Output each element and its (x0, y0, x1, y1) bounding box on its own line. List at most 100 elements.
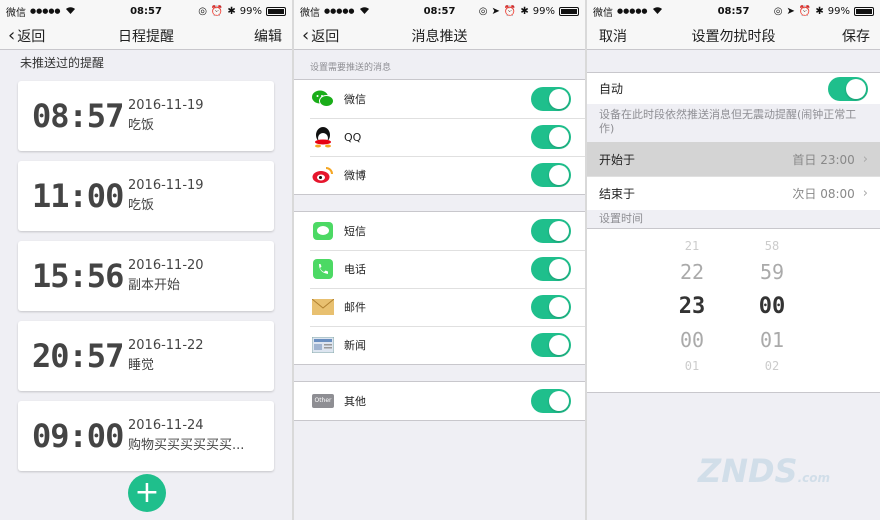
reminder-time: 20:57 (32, 337, 124, 375)
minute-option: 02 (764, 359, 780, 373)
qq-toggle[interactable] (531, 125, 571, 149)
chevron-left-icon: ‹ (302, 24, 310, 46)
setting-label: QQ (344, 130, 362, 144)
battery-percent: 99% (827, 5, 850, 17)
auto-row: 自动 (587, 72, 880, 104)
sms-toggle[interactable] (531, 219, 571, 243)
back-label: 返回 (311, 28, 340, 45)
lock-icon: ◎ (478, 5, 488, 17)
bluetooth-icon: ✱ (815, 5, 824, 17)
watermark: ZNDS.com (698, 452, 830, 490)
chevron-left-icon: ‹ (8, 24, 16, 46)
reminder-label: 吃饭 (128, 198, 155, 213)
carrier-label: 微信 (6, 7, 26, 19)
other-toggle[interactable] (531, 389, 571, 413)
hour-selected: 23 (678, 293, 706, 319)
wechat-icon (312, 88, 334, 110)
battery-percent: 99% (239, 5, 262, 17)
reminder-label: 睡觉 (128, 358, 155, 373)
minute-option: 01 (759, 328, 785, 352)
battery-icon (266, 6, 286, 16)
back-button[interactable]: ‹ 返回 (0, 26, 45, 46)
setting-label: 短信 (344, 225, 366, 238)
hour-option: 21 (684, 239, 700, 253)
wifi-icon (652, 6, 663, 17)
alarm-icon: ⏰ (798, 5, 812, 17)
dnd-screen: 微信 ●●●●● 08:57 ◎ ➤ ⏰ ✱ 99% 取消 设置勿扰时段 保存 … (587, 0, 880, 520)
battery-icon (854, 6, 874, 16)
start-value: 首日 23:00 (792, 152, 855, 167)
battery-percent: 99% (532, 5, 555, 17)
setting-row-news: 新闻 (294, 326, 585, 364)
reminder-card[interactable]: 20:57 2016-11-22 睡觉 (18, 321, 274, 391)
lock-icon: ◎ (773, 5, 783, 17)
end-time-row[interactable]: 结束于 次日 08:00 › (587, 176, 880, 210)
reminder-label: 吃饭 (128, 118, 155, 133)
nav-bar: 取消 设置勿扰时段 保存 (587, 22, 880, 50)
weibo-toggle[interactable] (531, 163, 571, 187)
picker-title: 设置时间 (587, 210, 880, 228)
back-button[interactable]: ‹ 返回 (294, 26, 339, 46)
minute-wheel[interactable]: 58 59 00 01 02 (752, 237, 792, 375)
wechat-toggle[interactable] (531, 87, 571, 111)
hour-option: 01 (684, 359, 700, 373)
phone-toggle[interactable] (531, 257, 571, 281)
cancel-button[interactable]: 取消 (587, 26, 627, 46)
reminder-screen: 微信 ●●●●● 08:57 ◎ ⏰ ✱ 99% ‹ 返回 日程提醒 编辑 未推… (0, 0, 292, 520)
save-button[interactable]: 保存 (842, 26, 880, 46)
section-hint: 设置需要推送的消息 (310, 63, 392, 73)
bluetooth-icon: ✱ (520, 5, 529, 17)
reminder-card[interactable]: 09:00 2016-11-24 购物买买买买买买... (18, 401, 274, 471)
qq-icon (312, 126, 334, 148)
reminder-card[interactable]: 15:56 2016-11-20 副本开始 (18, 241, 274, 311)
dnd-note: 设备在此时段依然推送消息但无震动提醒(闹钟正常工作) (587, 104, 880, 142)
reminder-date: 2016-11-19 (128, 178, 204, 193)
setting-label: 其他 (344, 395, 366, 408)
reminder-card[interactable]: 11:00 2016-11-19 吃饭 (18, 161, 274, 231)
signal-icon: ●●●●● (30, 7, 61, 15)
status-bar: 微信 ●●●●● 08:57 ◎ ➤ ⏰ ✱ 99% (587, 0, 880, 22)
setting-label: 微信 (344, 93, 366, 106)
signal-icon: ●●●●● (617, 7, 648, 15)
chevron-right-icon: › (862, 151, 868, 167)
start-time-row[interactable]: 开始于 首日 23:00 › (587, 142, 880, 176)
reminder-date: 2016-11-20 (128, 258, 204, 273)
add-reminder-button[interactable]: + (128, 474, 166, 512)
edit-button[interactable]: 编辑 (254, 26, 292, 46)
sms-icon (312, 220, 334, 242)
auto-toggle[interactable] (828, 76, 868, 101)
battery-icon (559, 6, 579, 16)
lock-icon: ◎ (198, 5, 207, 17)
watermark-suffix: .com (797, 471, 830, 485)
phone-icon (312, 258, 334, 280)
alarm-icon: ⏰ (503, 5, 517, 17)
reminder-card[interactable]: 08:57 2016-11-19 吃饭 (18, 81, 274, 151)
reminder-time: 15:56 (32, 257, 124, 295)
status-bar: 微信 ●●●●● 08:57 ◎ ➤ ⏰ ✱ 99% (294, 0, 585, 22)
setting-label: 邮件 (344, 301, 366, 314)
location-icon: ➤ (786, 5, 795, 17)
time-picker[interactable]: 21 22 23 00 01 58 59 00 01 02 (587, 228, 880, 393)
signal-icon: ●●●●● (324, 7, 355, 15)
setting-row-other: Other 其他 (294, 382, 585, 420)
news-toggle[interactable] (531, 333, 571, 357)
reminder-date: 2016-11-24 (128, 418, 204, 433)
mail-toggle[interactable] (531, 295, 571, 319)
carrier-label: 微信 (593, 7, 613, 19)
hour-wheel[interactable]: 21 22 23 00 01 (672, 237, 712, 375)
nav-bar: ‹ 返回 日程提醒 编辑 (0, 22, 292, 50)
setting-label: 微博 (344, 169, 366, 182)
wifi-icon (359, 6, 370, 17)
reminder-label: 副本开始 (128, 278, 181, 293)
other-icon: Other (312, 390, 334, 412)
reminder-time: 09:00 (32, 417, 124, 455)
alarm-icon: ⏰ (210, 5, 224, 17)
setting-label: 电话 (344, 263, 366, 276)
status-bar: 微信 ●●●●● 08:57 ◎ ⏰ ✱ 99% (0, 0, 292, 22)
carrier-label: 微信 (300, 7, 320, 19)
setting-label: 新闻 (344, 339, 366, 352)
social-group: 微信 QQ 微博 (294, 79, 585, 195)
wifi-icon (65, 6, 76, 17)
hour-option: 22 (679, 260, 705, 284)
chevron-right-icon: › (862, 186, 868, 201)
